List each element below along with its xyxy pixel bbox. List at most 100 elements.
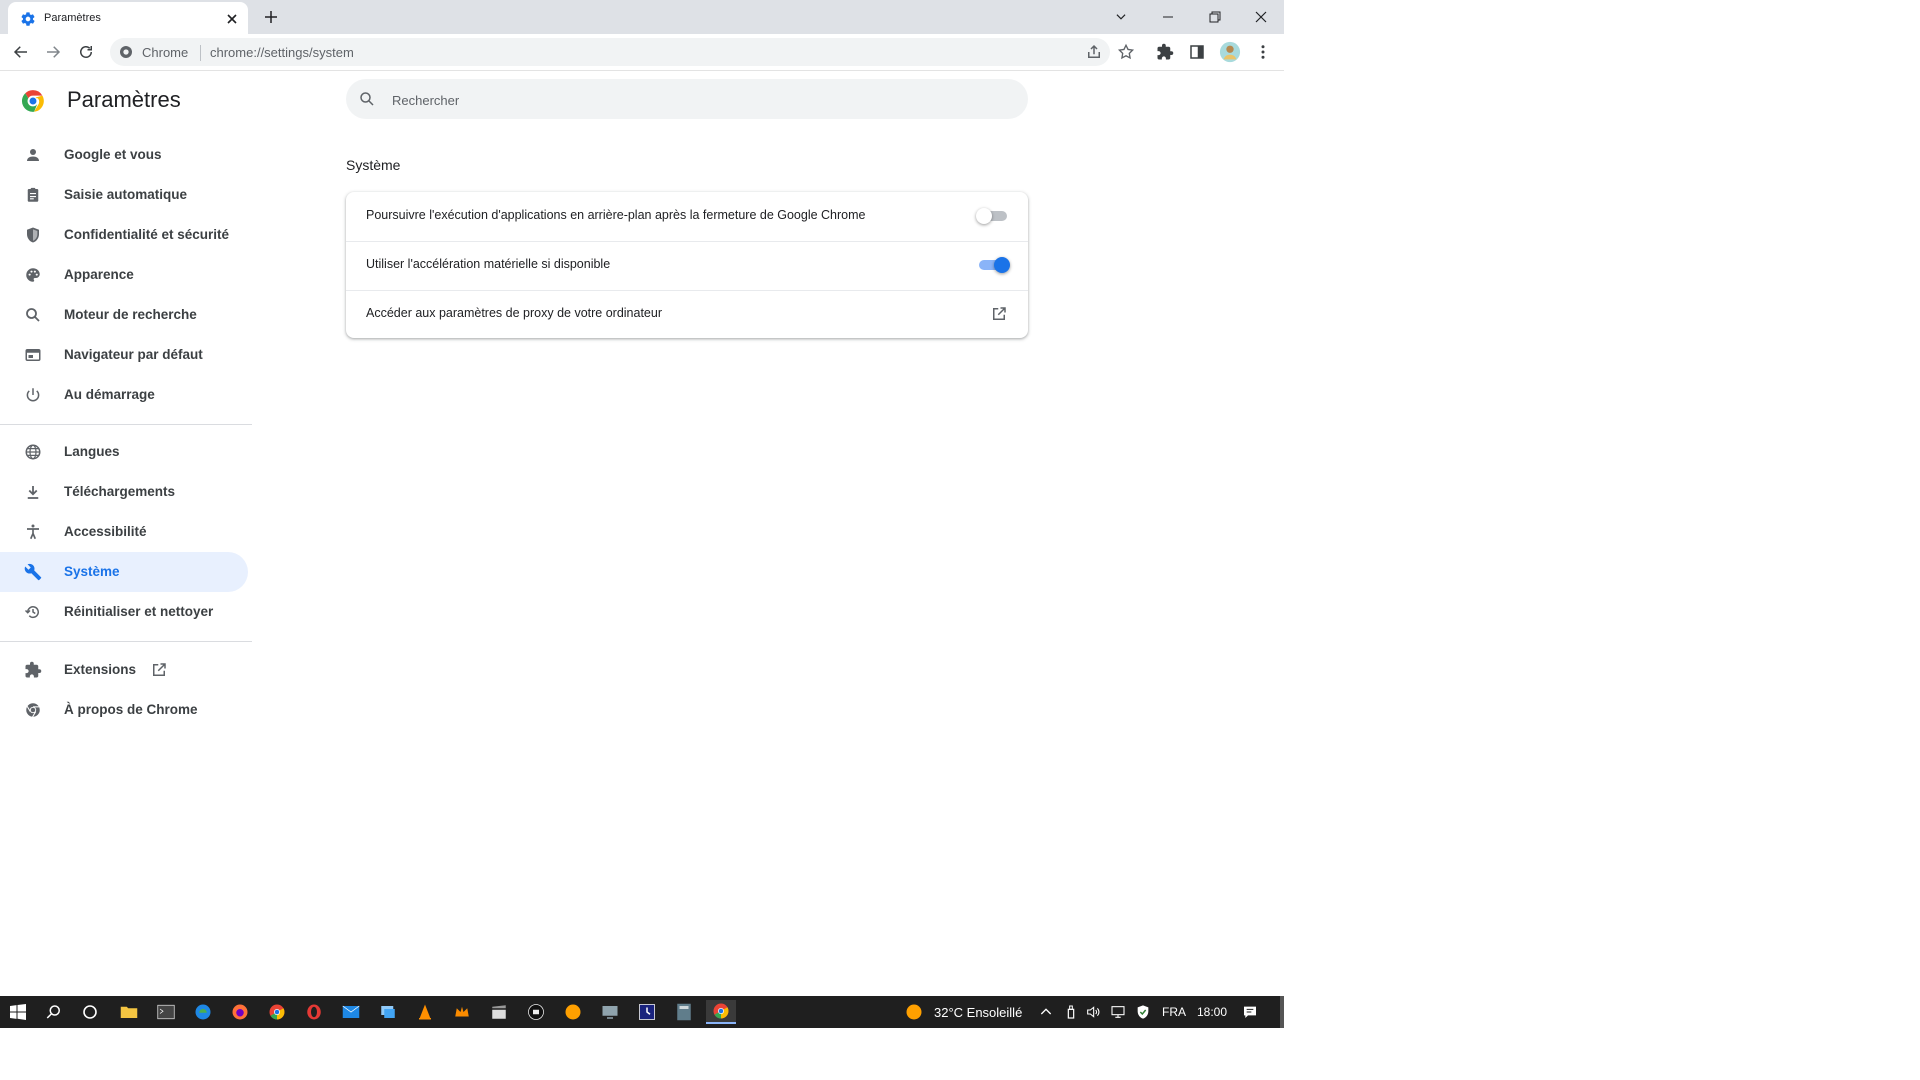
setting-row-hardware-acceleration[interactable]: Utiliser l'accélération matérielle si di… — [346, 241, 1028, 289]
star-icon[interactable] — [1117, 43, 1135, 61]
network-monitor-icon[interactable] — [1110, 1004, 1126, 1020]
forward-arrow-icon[interactable] — [44, 43, 62, 61]
tab-settings[interactable]: Paramètres — [8, 2, 248, 34]
share-icon[interactable] — [1085, 43, 1103, 61]
chevron-up-icon[interactable] — [1038, 1004, 1054, 1020]
taskbar-app-firefox[interactable] — [225, 1000, 255, 1024]
sidebar-item-google-et-vous[interactable]: Google et vous — [0, 135, 248, 175]
defender-shield-icon[interactable] — [1135, 1004, 1151, 1020]
taskbar-app-chrome-active[interactable] — [706, 1000, 736, 1024]
mail-icon — [342, 1005, 360, 1018]
restore-button[interactable] — [1203, 5, 1227, 29]
taskbar-app-orange[interactable] — [558, 1000, 588, 1024]
shield-icon — [27, 227, 39, 243]
minimize-button[interactable] — [1156, 5, 1180, 29]
sidebar-item-accessibilite[interactable]: Accessibilité — [0, 512, 248, 552]
remote-desktop-icon — [602, 1006, 618, 1019]
crown-icon — [455, 1006, 469, 1017]
sidebar-item-saisie-automatique[interactable]: Saisie automatique — [0, 175, 248, 215]
close-window-button[interactable] — [1249, 5, 1273, 29]
sidebar-item-au-demarrage[interactable]: Au démarrage — [0, 375, 248, 415]
sidebar-item-telechargements[interactable]: Téléchargements — [0, 472, 248, 512]
taskbar-app-edge[interactable] — [188, 1000, 218, 1024]
tab-search-button[interactable] — [1109, 5, 1133, 29]
search-icon — [26, 308, 40, 322]
toggle-knob — [976, 208, 992, 224]
chrome-icon — [269, 1004, 285, 1020]
sidebar-item-confidentialite[interactable]: Confidentialité et sécurité — [0, 215, 248, 255]
taskbar-app-chrome[interactable] — [262, 1000, 292, 1024]
sidebar-item-label: Système — [64, 564, 120, 579]
sidebar-item-label: À propos de Chrome — [64, 702, 198, 717]
settings-search[interactable] — [346, 79, 1028, 121]
sidebar-item-langues[interactable]: Langues — [0, 432, 248, 472]
sidebar-item-label: Extensions — [64, 662, 137, 677]
sidebar-item-systeme[interactable]: Système — [0, 552, 248, 592]
back-arrow-icon[interactable] — [12, 43, 30, 61]
gear-icon — [21, 12, 35, 26]
taskbar-app-clapper[interactable] — [484, 1000, 514, 1024]
hardware-acceleration-toggle[interactable] — [976, 257, 1010, 273]
search-input[interactable] — [390, 79, 994, 121]
show-desktop-button[interactable] — [1280, 996, 1284, 1028]
side-panel-icon[interactable] — [1188, 43, 1206, 61]
taskbar-app-vlc[interactable] — [410, 1000, 440, 1024]
windows-icon — [10, 1004, 26, 1020]
sidebar-divider — [0, 424, 252, 425]
clipboard-icon — [27, 187, 39, 202]
section-title: Système — [346, 157, 401, 173]
power-icon — [26, 388, 40, 402]
network-icon — [381, 1006, 395, 1018]
volume-icon[interactable] — [1085, 1004, 1101, 1020]
taskbar-search-button[interactable] — [39, 1000, 69, 1024]
cortana-button[interactable] — [75, 1000, 105, 1024]
setting-row-proxy[interactable]: Accéder aux paramètres de proxy de votre… — [346, 290, 1028, 338]
settings-card: Poursuivre l'exécution d'applications en… — [346, 192, 1028, 338]
sidebar-item-label: Langues — [64, 444, 120, 459]
input-language[interactable]: FRA — [1162, 1005, 1186, 1019]
taskbar-app-network[interactable] — [373, 1000, 403, 1024]
setting-row-background-apps[interactable]: Poursuivre l'exécution d'applications en… — [346, 192, 1028, 240]
chrome-icon — [713, 1003, 729, 1019]
notification-icon[interactable] — [1242, 1004, 1258, 1020]
taskbar-app-mail[interactable] — [336, 1000, 366, 1024]
new-tab-icon[interactable] — [262, 8, 280, 26]
omnibox-url[interactable]: chrome://settings/system — [210, 45, 354, 60]
taskbar-clock[interactable]: 18:00 — [1197, 1005, 1227, 1019]
sidebar-item-moteur-de-recherche[interactable]: Moteur de recherche — [0, 295, 248, 335]
weather-text[interactable]: 32°C Ensoleillé — [934, 1005, 1022, 1020]
sidebar-item-label: Au démarrage — [64, 387, 155, 402]
reload-icon[interactable] — [77, 43, 95, 61]
background-apps-toggle[interactable] — [976, 208, 1010, 224]
screen: Paramètres Chrome chrome://settings/syst… — [0, 0, 1284, 1028]
taskbar-app-security[interactable] — [521, 1000, 551, 1024]
clock-app-icon — [639, 1004, 655, 1020]
sidebar-item-label: Accessibilité — [64, 524, 147, 539]
sidebar-item-a-propos[interactable]: À propos de Chrome — [0, 690, 248, 730]
taskbar-app-explorer[interactable] — [114, 1000, 144, 1024]
sidebar-item-apparence[interactable]: Apparence — [0, 255, 248, 295]
omnibox[interactable]: Chrome chrome://settings/system — [110, 38, 1135, 66]
usb-icon[interactable] — [1063, 1004, 1079, 1020]
external-link-icon[interactable] — [990, 305, 1008, 323]
taskbar-app-calculator[interactable] — [669, 1000, 699, 1024]
sidebar-item-label: Téléchargements — [64, 484, 176, 499]
taskbar-app-crown[interactable] — [447, 1000, 477, 1024]
taskbar-app-opera[interactable] — [299, 1000, 329, 1024]
calculator-icon — [677, 1003, 691, 1021]
kebab-menu-icon[interactable] — [1254, 43, 1272, 61]
circle-icon — [83, 1005, 97, 1019]
start-button[interactable] — [3, 1000, 33, 1024]
sidebar-item-reinitialiser[interactable]: Réinitialiser et nettoyer — [0, 592, 248, 632]
avatar[interactable] — [1219, 41, 1241, 63]
sidebar-item-navigateur-par-defaut[interactable]: Navigateur par défaut — [0, 335, 248, 375]
sidebar-divider — [0, 641, 252, 642]
close-icon[interactable] — [224, 11, 240, 27]
sidebar-item-extensions[interactable]: Extensions — [0, 650, 248, 690]
taskbar-app-terminal[interactable] — [151, 1000, 181, 1024]
taskbar-app-remote[interactable] — [595, 1000, 625, 1024]
puzzle-icon[interactable] — [1156, 43, 1174, 61]
taskbar-app-clock[interactable] — [632, 1000, 662, 1024]
weather-sun-icon[interactable] — [905, 1003, 923, 1021]
sidebar-item-label: Confidentialité et sécurité — [64, 227, 230, 242]
